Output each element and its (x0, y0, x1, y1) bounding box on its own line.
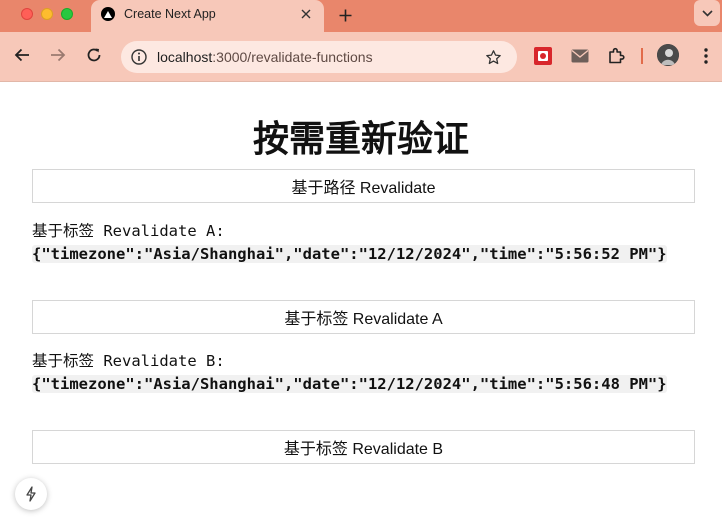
url-text: localhost:3000/revalidate-functions (157, 49, 373, 65)
bookmark-star-icon[interactable] (483, 47, 503, 67)
page-content: 按需重新验证 基于路径 Revalidate 基于标签 Revalidate A… (0, 82, 722, 521)
profile-avatar[interactable] (657, 44, 679, 66)
lightning-bolt-icon[interactable] (15, 478, 47, 510)
revalidate-path-button[interactable]: 基于路径 Revalidate (32, 169, 695, 203)
reload-icon[interactable] (84, 45, 104, 65)
revalidate-tag-b-button[interactable]: 基于标签 Revalidate B (32, 430, 695, 464)
site-info-icon[interactable] (129, 47, 149, 67)
page-title: 按需重新验证 (252, 119, 469, 160)
revalidate-tag-a-button[interactable]: 基于标签 Revalidate A (32, 300, 695, 334)
maximize-window-button[interactable] (61, 8, 73, 20)
back-arrow-icon[interactable] (12, 45, 32, 65)
new-tab-icon[interactable] (335, 5, 355, 25)
tag-a-json: {"timezone":"Asia/Shanghai","date":"12/1… (32, 245, 667, 263)
browser-toolbar: localhost:3000/revalidate-functions (0, 32, 722, 82)
extension-red-icon[interactable] (532, 45, 554, 67)
tag-a-label: 基于标签 Revalidate A: (32, 222, 225, 240)
tab-title: Create Next App (124, 7, 216, 21)
tab-search-chevron-icon[interactable] (694, 0, 720, 26)
forward-arrow-icon[interactable] (48, 45, 68, 65)
address-bar[interactable]: localhost:3000/revalidate-functions (121, 41, 517, 73)
toolbar-divider (641, 48, 643, 64)
tag-b-result: 基于标签 Revalidate B: {"timezone":"Asia/Sha… (32, 350, 692, 396)
active-tab[interactable]: Create Next App (91, 0, 324, 32)
extensions-puzzle-icon[interactable] (605, 45, 627, 67)
nextjs-triangle-icon (101, 7, 115, 21)
tab-close-icon[interactable] (298, 6, 314, 22)
tag-b-label: 基于标签 Revalidate B: (32, 352, 225, 370)
more-menu-icon[interactable] (696, 45, 716, 67)
url-path: :3000/revalidate-functions (212, 49, 373, 65)
url-host: localhost (157, 49, 213, 65)
tag-b-json: {"timezone":"Asia/Shanghai","date":"12/1… (32, 375, 667, 393)
tag-a-result: 基于标签 Revalidate A: {"timezone":"Asia/Sha… (32, 220, 692, 266)
minimize-window-button[interactable] (41, 8, 53, 20)
tab-strip: Create Next App (0, 0, 722, 32)
close-window-button[interactable] (21, 8, 33, 20)
mail-icon[interactable] (569, 45, 591, 67)
